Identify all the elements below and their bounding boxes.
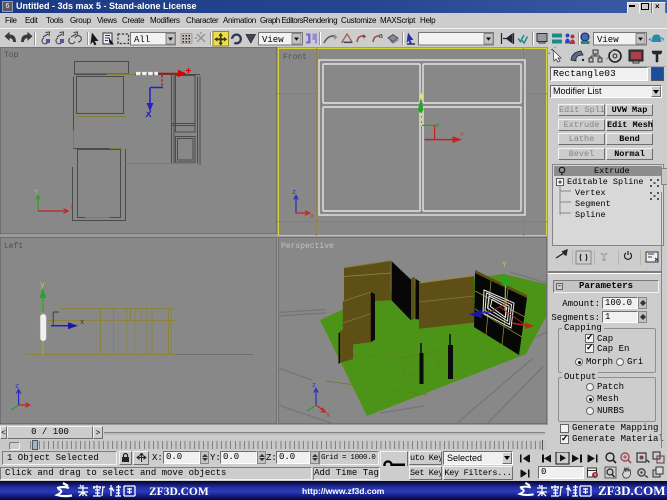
svg-text:z: z	[15, 383, 19, 391]
svg-text:z: z	[292, 189, 296, 197]
svg-text:Top: Top	[4, 51, 19, 60]
svg-text:http://www.zf3d.com: http://www.zf3d.com	[302, 486, 385, 496]
svg-text:View: View	[597, 35, 619, 45]
svg-text:y: y	[40, 281, 45, 290]
svg-text:ZF3D.COM: ZF3D.COM	[598, 483, 666, 498]
svg-text:x: x	[80, 319, 84, 327]
svg-text:Front: Front	[283, 53, 307, 62]
svg-text:z: z	[312, 382, 316, 390]
svg-text:x: x	[70, 204, 74, 212]
svg-text:Left: Left	[4, 242, 23, 251]
svg-text:x: x	[460, 131, 464, 139]
svg-text:x: x	[326, 412, 330, 420]
svg-text:x: x	[310, 213, 314, 221]
svg-text:All: All	[134, 35, 150, 45]
svg-text:ZF3D.COM: ZF3D.COM	[149, 486, 209, 498]
svg-text:a: a	[379, 33, 383, 40]
svg-text:Y: Y	[502, 261, 507, 270]
svg-text:View: View	[262, 35, 284, 45]
svg-text:Perspective: Perspective	[281, 242, 334, 251]
